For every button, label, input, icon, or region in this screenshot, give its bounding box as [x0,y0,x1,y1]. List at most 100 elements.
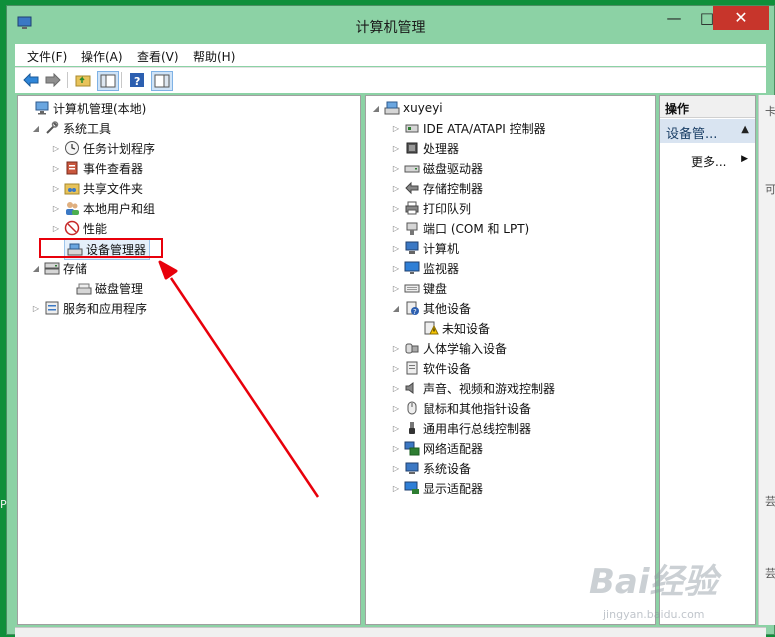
device-category-item[interactable]: ▷ 处理器 [390,138,459,158]
device-category-item[interactable]: ▷ 通用串行总线控制器 [390,418,531,438]
tree-expander-closed[interactable]: ▷ [390,342,402,354]
mouse-icon [404,400,420,416]
forward-icon[interactable] [43,71,63,89]
device-category-item[interactable]: ▷ 鼠标和其他指针设备 [390,398,531,418]
tree-item-system-tools[interactable]: ◢ 系统工具 [30,118,111,138]
tree-item-event-viewer[interactable]: ▷ 事件查看器 [50,158,143,178]
tree-expander-closed[interactable]: ▷ [30,302,42,314]
tree-expander-closed[interactable]: ▷ [390,422,402,434]
device-category-item[interactable]: ◢? 其他设备 [390,298,471,318]
actions-section-device-manager[interactable]: 设备管... ▲ [660,119,755,143]
desktop-text-fragment: P [0,498,7,511]
svg-text:?: ? [413,308,417,316]
device-category-item[interactable]: ▷ 计算机 [390,238,459,258]
tree-expander-closed[interactable]: ▷ [390,482,402,494]
menu-action[interactable]: 操作(A) [81,48,123,65]
device-category-label: 系统设备 [423,461,472,476]
device-category-item[interactable]: ▷ 网络适配器 [390,438,483,458]
tree-expander-closed[interactable]: ▷ [390,242,402,254]
help-icon[interactable]: ? [127,71,147,89]
tree-item-shared-folders[interactable]: ▷ 共享文件夹 [50,178,143,198]
tree-expander-closed[interactable]: ▷ [50,142,62,154]
device-category-label: 计算机 [423,241,460,256]
device-category-item[interactable]: ▷ 软件设备 [390,358,471,378]
disk-management-icon [76,280,92,296]
device-category-item[interactable]: 未知设备 [409,318,490,338]
tree-expander-closed[interactable]: ▷ [390,182,402,194]
up-folder-icon[interactable] [73,71,93,89]
device-category-item[interactable]: ▷ 系统设备 [390,458,471,478]
device-category-item[interactable]: ▷ IDE ATA/ATAPI 控制器 [390,118,546,138]
tree-expander-closed[interactable]: ▷ [50,222,62,234]
unknown-device-warning-icon [423,320,439,336]
device-category-label: IDE ATA/ATAPI 控制器 [423,121,546,136]
tree-expander-closed[interactable]: ▷ [390,262,402,274]
tree-item-local-users-and-groups[interactable]: ▷ 本地用户和组 [50,198,155,218]
tree-expander-closed[interactable]: ▷ [50,182,62,194]
device-tree-root[interactable]: ◢ xuyeyi [370,98,443,118]
device-category-item[interactable]: ▷ 端口 (COM 和 LPT) [390,218,529,238]
console-tree-pane[interactable]: 计算机管理(本地) ◢ 系统工具 ▷ 任务计划程序 ▷ 事件查看器 ▷ 共享文件… [17,95,361,625]
tree-expander-closed[interactable]: ▷ [390,282,402,294]
device-category-item[interactable]: ▷ 存储控制器 [390,178,483,198]
device-category-label: 监视器 [423,261,460,276]
keyboard-icon [404,280,420,296]
tree-item-storage[interactable]: ◢ 存储 [30,258,87,278]
device-category-item[interactable]: ▷ 声音、视频和游戏控制器 [390,378,555,398]
tree-expander-closed[interactable]: ▷ [390,442,402,454]
device-category-label: 其他设备 [423,301,472,316]
tree-expander-closed[interactable]: ▷ [390,362,402,374]
tree-expander-closed[interactable]: ▷ [390,222,402,234]
device-category-item[interactable]: ▷ 键盘 [390,278,447,298]
device-category-item[interactable]: ▷ 监视器 [390,258,459,278]
device-category-label: 通用串行总线控制器 [423,421,532,436]
minimize-button[interactable]: — [658,8,690,30]
menu-file[interactable]: 文件(F) [27,48,67,65]
close-button[interactable]: ✕ [713,6,769,30]
tree-expander-open[interactable]: ◢ [390,302,402,314]
device-list-pane[interactable]: ◢ xuyeyi ▷ IDE ATA/ATAPI 控制器 ▷ 处理器 ▷ 磁盘驱动器 ▷ 存储… [365,95,656,625]
disk-drive-icon [404,160,420,176]
processor-icon [404,140,420,156]
collapse-caret-icon[interactable]: ▲ [741,124,749,135]
tree-expander-closed[interactable]: ▷ [50,202,62,214]
usb-icon [404,420,420,436]
tree-expander-closed[interactable]: ▷ [390,402,402,414]
tree-item-label: 任务计划程序 [83,141,156,156]
device-category-item[interactable]: ▷ 磁盘驱动器 [390,158,483,178]
device-category-label: 处理器 [423,141,460,156]
device-category-item[interactable]: ▷ 显示适配器 [390,478,483,498]
menu-help[interactable]: 帮助(H) [193,48,235,65]
background-text-fragment: 卡 [765,105,775,118]
device-category-label: 显示适配器 [423,481,484,496]
tree-expander-closed[interactable]: ▷ [390,122,402,134]
tree-expander-closed[interactable]: ▷ [390,382,402,394]
more-actions-link[interactable]: 更多... [691,153,726,170]
display-adapter-icon [404,480,420,496]
tree-item-performance[interactable]: ▷ 性能 [50,218,107,238]
title-bar[interactable]: 计算机管理 — □ ✕ [7,6,774,42]
tree-item-services-and-applications[interactable]: ▷ 服务和应用程序 [30,298,147,318]
tree-expander-closed[interactable]: ▷ [390,202,402,214]
tree-expander-open[interactable]: ◢ [30,262,42,274]
tree-expander-open[interactable]: ◢ [370,102,382,114]
menu-view[interactable]: 查看(V) [137,48,179,65]
properties-icon[interactable] [151,71,173,91]
show-hide-tree-icon[interactable] [97,71,119,91]
device-category-item[interactable]: ▷ 打印队列 [390,198,471,218]
tree-item-disk-management[interactable]: 磁盘管理 [62,278,143,298]
device-category-label: 鼠标和其他指针设备 [423,401,532,416]
storage-icon [44,260,60,276]
tree-expander-closed[interactable]: ▷ [390,142,402,154]
tree-item-task-scheduler[interactable]: ▷ 任务计划程序 [50,138,155,158]
tree-expander-closed[interactable]: ▷ [390,162,402,174]
device-category-label: 磁盘驱动器 [423,161,484,176]
back-icon[interactable] [21,71,41,89]
background-text-fragment: 芸 [765,495,775,508]
tree-expander-closed[interactable]: ▷ [50,162,62,174]
ide-controller-icon [404,120,420,136]
tree-expander-closed[interactable]: ▷ [390,462,402,474]
device-category-item[interactable]: ▷ 人体学输入设备 [390,338,507,358]
tree-item-computer-management-local[interactable]: 计算机管理(本地) [20,98,146,118]
tree-expander-open[interactable]: ◢ [30,122,42,134]
